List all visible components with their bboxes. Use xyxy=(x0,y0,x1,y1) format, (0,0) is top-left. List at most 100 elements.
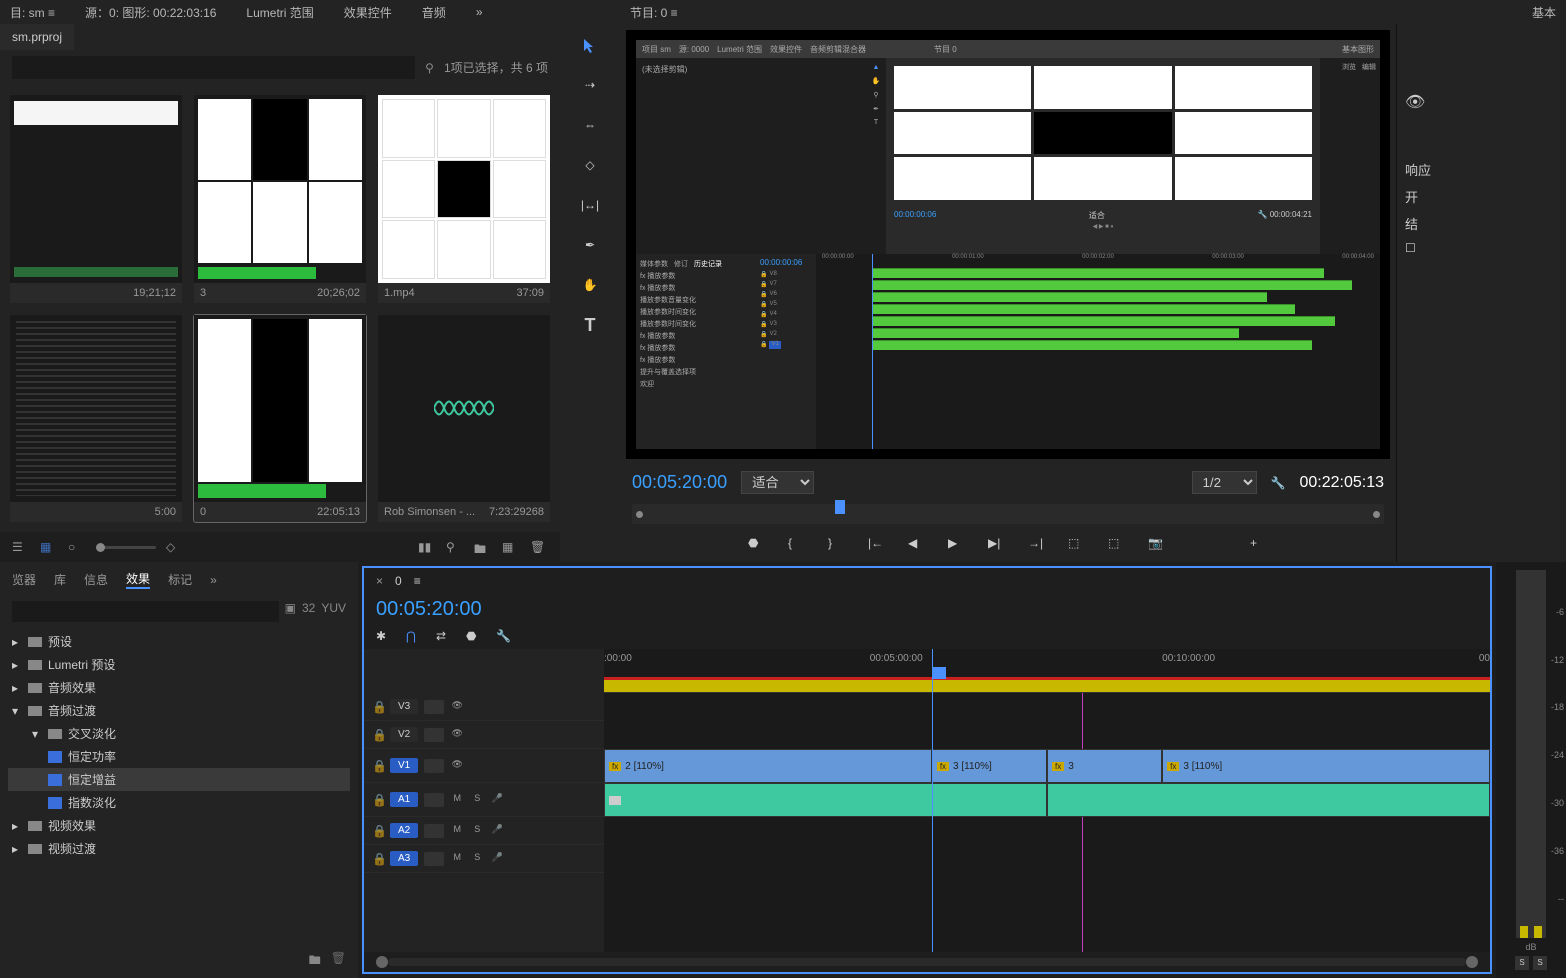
track-target[interactable]: A1 xyxy=(390,792,418,807)
track-target[interactable]: A3 xyxy=(390,851,418,866)
go-to-in-icon[interactable]: |← xyxy=(868,536,886,554)
record-icon[interactable]: 🎤 xyxy=(490,852,504,866)
checkbox-icon[interactable]: ☐ xyxy=(1405,241,1558,255)
tree-node[interactable]: ▸视频过渡 xyxy=(8,837,350,860)
linked-selection-icon[interactable]: ⇄ xyxy=(436,629,452,645)
tab-markers[interactable]: 标记 xyxy=(168,571,192,588)
tab-browser[interactable]: 览器 xyxy=(12,571,36,588)
mark-out-icon[interactable]: } xyxy=(828,536,846,554)
tree-leaf[interactable]: 恒定功率 xyxy=(8,745,350,768)
tree-node[interactable]: ▸音频效果 xyxy=(8,676,350,699)
solo-left-button[interactable]: S xyxy=(1515,956,1529,970)
lock-icon[interactable]: 🔒 xyxy=(372,728,384,742)
video-clip[interactable]: fx3 xyxy=(1047,749,1162,783)
eye-icon[interactable]: 👁 xyxy=(1405,92,1558,112)
tab-source[interactable]: 源：0: 图形: 00:22:03:16 xyxy=(85,4,216,21)
lock-icon[interactable]: 🔒 xyxy=(372,793,384,807)
tab-lumetri[interactable]: Lumetri 范围 xyxy=(246,4,313,21)
project-item[interactable]: Rob Simonsen - ...7:23:29268 xyxy=(378,315,550,523)
fx-yuv-icon[interactable]: YUV xyxy=(321,601,346,622)
tab-project[interactable]: 目: sm ≡ xyxy=(10,4,55,21)
more-tabs-icon[interactable]: » xyxy=(476,5,483,19)
play-icon[interactable]: ▶ xyxy=(948,536,966,554)
auto-match-icon[interactable]: ▮▮ xyxy=(418,540,436,554)
project-item[interactable]: 5:00 xyxy=(10,315,182,523)
new-item-icon[interactable]: ▦ xyxy=(502,540,520,554)
new-bin-icon[interactable]: 🖿 xyxy=(309,951,321,972)
zoom-fit-select[interactable]: 适合 xyxy=(741,471,814,494)
tab-essential[interactable]: 基本 xyxy=(1532,4,1556,21)
tab-library[interactable]: 库 xyxy=(54,571,66,588)
video-clip[interactable]: fx3 [110%] xyxy=(932,749,1047,783)
sync-lock-icon[interactable] xyxy=(424,728,444,742)
sync-lock-icon[interactable] xyxy=(424,793,444,807)
tab-effect-controls[interactable]: 效果控件 xyxy=(344,4,392,21)
tab-info[interactable]: 信息 xyxy=(84,571,108,588)
track-target[interactable]: V2 xyxy=(390,727,418,742)
sync-lock-icon[interactable] xyxy=(424,700,444,714)
delete-icon[interactable]: 🗑 xyxy=(530,540,548,554)
project-item[interactable]: 1.mp437:09 xyxy=(378,95,550,303)
project-item[interactable]: 022:05:13 xyxy=(194,315,366,523)
timeline-timecode[interactable]: 00:05:20:00 xyxy=(376,598,482,621)
mark-in-icon[interactable]: { xyxy=(788,536,806,554)
project-item[interactable]: 320;26;02 xyxy=(194,95,366,303)
audio-clip[interactable]: fx xyxy=(604,783,1047,817)
tab-effects[interactable]: 效果 xyxy=(126,570,150,589)
ripple-edit-tool-icon[interactable]: ⇔ xyxy=(579,114,601,136)
sort-icon[interactable]: ◇ xyxy=(166,540,184,554)
program-scrubber[interactable] xyxy=(632,504,1384,524)
eye-icon[interactable]: 👁 xyxy=(450,759,464,773)
step-forward-icon[interactable]: ▶| xyxy=(988,536,1006,554)
tab-program[interactable]: 节目: 0 ≡ xyxy=(630,4,678,21)
sequence-name[interactable]: 0 xyxy=(395,574,402,588)
lift-icon[interactable]: ⬚ xyxy=(1068,536,1086,554)
extract-icon[interactable]: ⬚ xyxy=(1108,536,1126,554)
slip-tool-icon[interactable]: |↔| xyxy=(579,194,601,216)
sync-lock-icon[interactable] xyxy=(424,824,444,838)
close-sequence-icon[interactable]: × xyxy=(376,574,383,588)
icon-view-icon[interactable]: ▦ xyxy=(40,540,58,554)
go-to-out-icon[interactable]: →| xyxy=(1028,536,1046,554)
settings-icon[interactable]: 🔧 xyxy=(1271,476,1286,490)
razor-tool-icon[interactable]: ◇ xyxy=(579,154,601,176)
tree-leaf[interactable]: 指数淡化 xyxy=(8,791,350,814)
sync-lock-icon[interactable] xyxy=(424,852,444,866)
thumb-size-slider[interactable] xyxy=(96,546,156,549)
record-icon[interactable]: 🎤 xyxy=(490,824,504,838)
project-tab[interactable]: sm.prproj xyxy=(0,24,74,50)
audio-clip[interactable] xyxy=(1047,783,1490,817)
track-target[interactable]: V3 xyxy=(390,699,418,714)
project-item[interactable]: 19;21;12 xyxy=(10,95,182,303)
project-search-input[interactable] xyxy=(12,56,415,79)
tree-node[interactable]: ▸Lumetri 预设 xyxy=(8,653,350,676)
program-playhead[interactable] xyxy=(835,500,845,514)
track-select-tool-icon[interactable]: ⇢ xyxy=(579,74,601,96)
list-view-icon[interactable]: ☰ xyxy=(12,540,30,554)
solo-icon[interactable]: S xyxy=(470,793,484,807)
delete-icon[interactable]: 🗑 xyxy=(331,951,346,972)
record-icon[interactable]: 🎤 xyxy=(490,793,504,807)
new-bin-icon[interactable]: 🖿 xyxy=(474,540,492,554)
tree-node[interactable]: ▾音频过渡 xyxy=(8,699,350,722)
mute-icon[interactable]: M xyxy=(450,852,464,866)
lock-icon[interactable]: 🔒 xyxy=(372,700,384,714)
video-clip[interactable]: fx2 [110%] xyxy=(604,749,932,783)
marker-icon[interactable]: ⬣ xyxy=(466,629,482,645)
button-editor-icon[interactable]: + xyxy=(1250,536,1268,554)
selection-tool-icon[interactable] xyxy=(579,34,601,56)
type-tool-icon[interactable]: T xyxy=(579,314,601,336)
playhead-icon[interactable] xyxy=(932,667,946,679)
tree-node[interactable]: ▸预设 xyxy=(8,630,350,653)
more-icon[interactable]: » xyxy=(210,573,217,587)
playhead-line[interactable] xyxy=(932,649,933,952)
hand-tool-icon[interactable]: ✋ xyxy=(579,274,601,296)
program-monitor[interactable]: 项目 sm源: 0000Lumetri 范围效果控件音频剪辑混合器 节目 0 基… xyxy=(626,30,1390,459)
step-back-icon[interactable]: ◀ xyxy=(908,536,926,554)
solo-icon[interactable]: S xyxy=(470,852,484,866)
lock-icon[interactable]: 🔒 xyxy=(372,852,384,866)
timeline-zoom-scroll[interactable] xyxy=(364,952,1490,972)
time-ruler[interactable]: :00:00 00:05:00:00 00:10:00:00 00 xyxy=(604,649,1490,693)
program-timecode[interactable]: 00:05:20:00 xyxy=(632,472,727,493)
track-target[interactable]: A2 xyxy=(390,823,418,838)
